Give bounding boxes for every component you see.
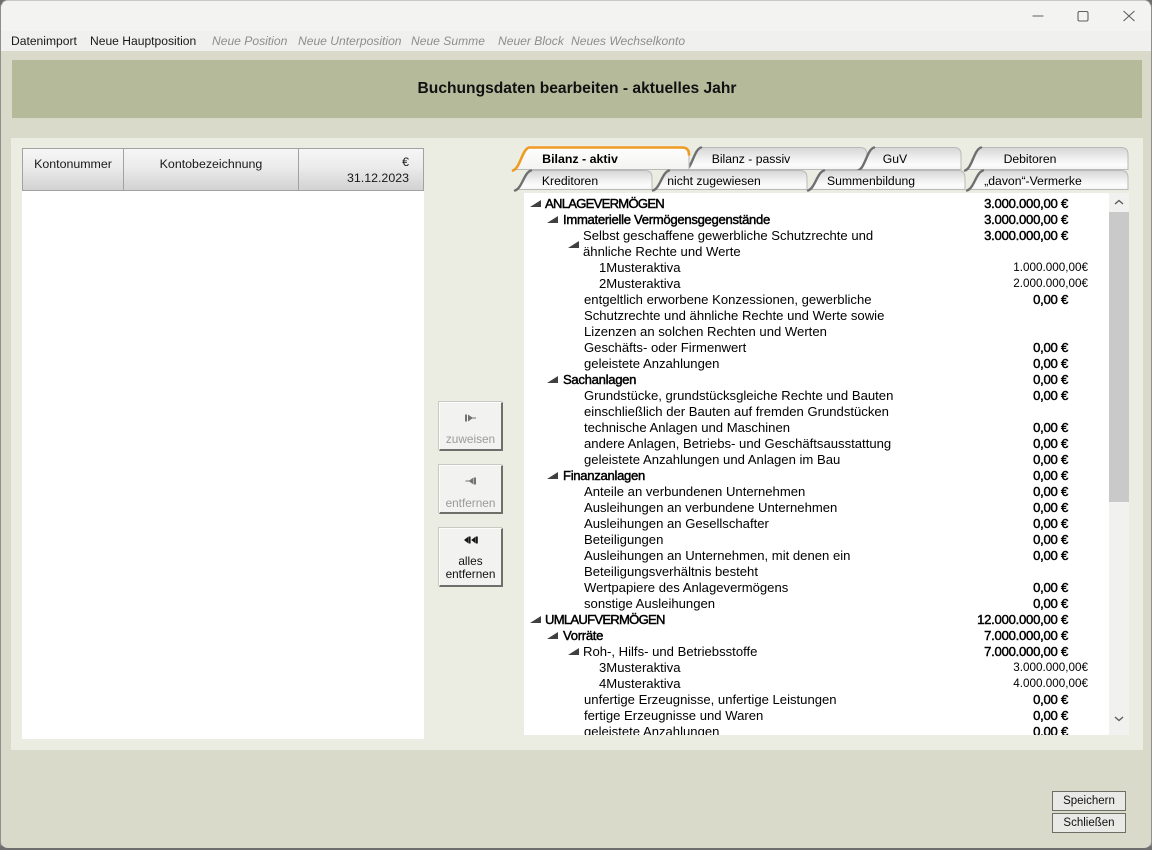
svg-text:GuV: GuV bbox=[883, 152, 908, 166]
svg-text:Debitoren: Debitoren bbox=[1004, 152, 1057, 166]
svg-text:nicht zugewiesen: nicht zugewiesen bbox=[667, 174, 761, 188]
svg-text:Kreditoren: Kreditoren bbox=[542, 174, 598, 188]
svg-text:„davon“-Vermerke: „davon“-Vermerke bbox=[984, 174, 1082, 188]
svg-text:Bilanz - aktiv: Bilanz - aktiv bbox=[542, 152, 618, 166]
svg-text:Bilanz - passiv: Bilanz - passiv bbox=[712, 152, 791, 166]
svg-text:Summenbildung: Summenbildung bbox=[827, 174, 915, 188]
